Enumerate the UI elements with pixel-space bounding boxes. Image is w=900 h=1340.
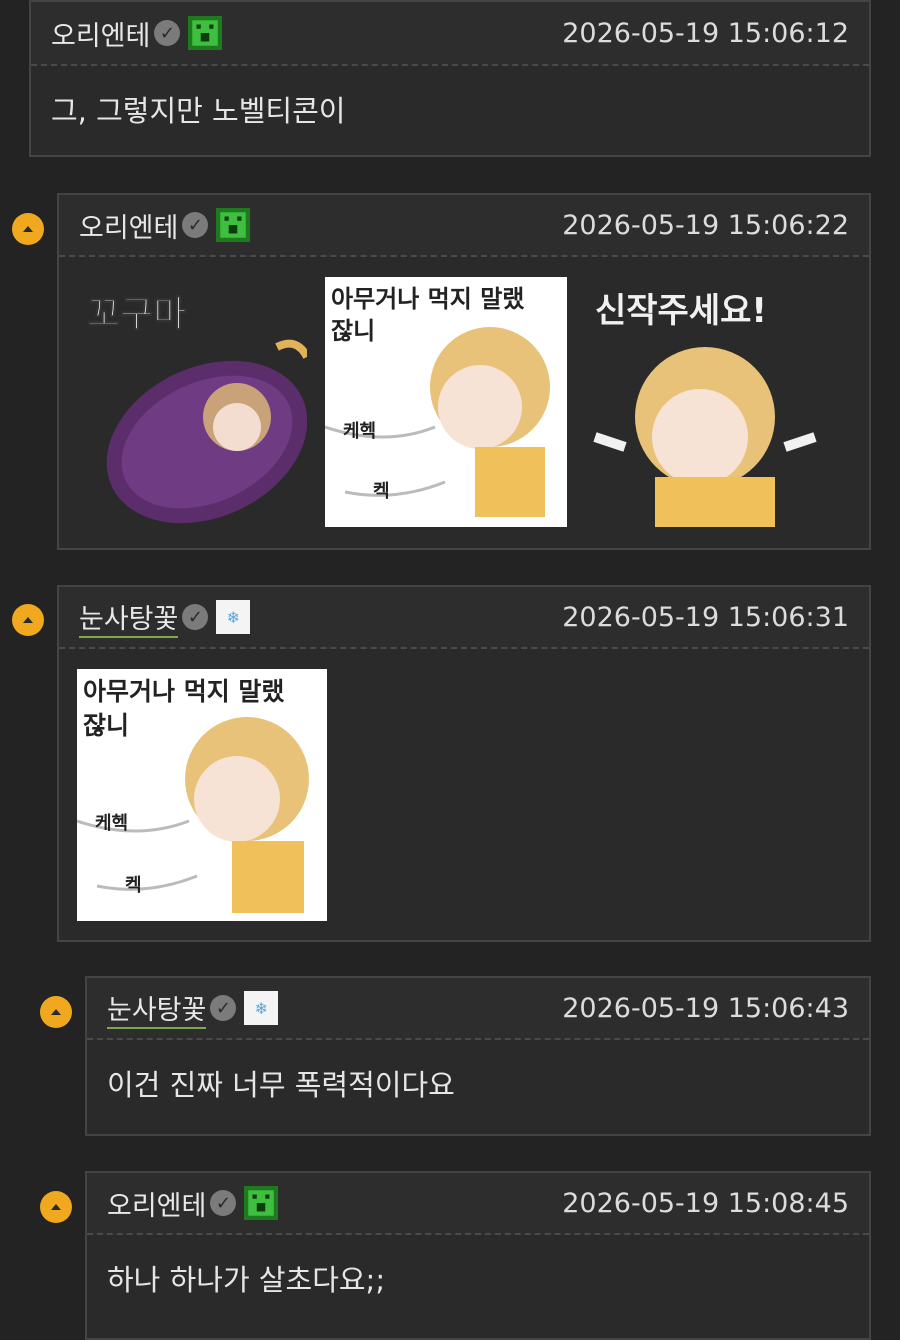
comment: 오리엔테 ✓ 2026-05-19 15:06:12 그, 그렇지만 노벨티콘이 — [29, 0, 871, 157]
sticker-label: 신작주세요! — [595, 291, 767, 331]
snowflake-badge-icon: ❄ — [216, 600, 251, 634]
author-name[interactable]: 오리엔테 — [107, 1184, 206, 1223]
choking-sticker[interactable]: 아무거나 먹지 말랬잖니 케헥 켁 — [77, 669, 327, 921]
comment-timestamp: 2026-05-19 15:06:12 — [562, 17, 849, 49]
sticker-label: 아무거나 먹지 말랬잖니 — [331, 285, 525, 346]
sweet-potato-sticker[interactable]: 꼬구마 — [77, 277, 311, 527]
sticker-row: 꼬구마 아무거나 먹지 말랬잖니 케헥 켁 신작주세요! — [59, 257, 869, 547]
author-name[interactable]: 오리엔테 — [51, 14, 150, 53]
choking-sticker[interactable]: 아무거나 먹지 말랬잖니 케헥 켁 — [325, 277, 567, 527]
verified-icon: ✓ — [182, 604, 209, 630]
comment-text: 하나 하나가 살초다요;; — [107, 1263, 386, 1297]
sticker-label: 꼬구마 — [86, 294, 187, 336]
verified-icon: ✓ — [154, 20, 181, 46]
comment-author[interactable]: 오리엔테 ✓ — [51, 14, 223, 53]
author-name[interactable]: 눈사탕꽃 — [79, 597, 179, 638]
snowflake-badge-icon: ❄ — [244, 991, 279, 1025]
reply-icon[interactable] — [40, 996, 72, 1028]
comment-timestamp: 2026-05-19 15:06:22 — [562, 209, 849, 241]
green-badge-icon — [188, 16, 223, 50]
reply-icon[interactable] — [12, 213, 44, 245]
comment-header: 오리엔테 ✓ 2026-05-19 15:08:45 — [87, 1173, 869, 1235]
sticker-sfx: 켁 — [125, 875, 142, 896]
green-badge-icon — [244, 1186, 279, 1220]
comment-author[interactable]: 오리엔테 ✓ — [79, 206, 251, 245]
verified-icon: ✓ — [210, 995, 237, 1021]
author-name[interactable]: 오리엔테 — [79, 206, 178, 245]
comment-header: 눈사탕꽃 ✓ ❄ 2026-05-19 15:06:43 — [87, 978, 869, 1040]
comment: 눈사탕꽃 ✓ ❄ 2026-05-19 15:06:43 이건 진짜 너무 폭력… — [85, 976, 871, 1136]
sticker-sfx: 케헥 — [343, 421, 377, 442]
comment-timestamp: 2026-05-19 15:08:45 — [562, 1187, 849, 1219]
comment-header: 눈사탕꽃 ✓ ❄ 2026-05-19 15:06:31 — [59, 587, 869, 649]
green-badge-icon — [216, 208, 251, 242]
comment: 오리엔테 ✓ 2026-05-19 15:06:22 꼬구마 아무거나 먹지 말… — [57, 193, 871, 550]
reply-icon[interactable] — [40, 1191, 72, 1223]
comment-author[interactable]: 눈사탕꽃 ✓ ❄ — [107, 988, 279, 1029]
sticker-label: 아무거나 먹지 말랬잖니 — [83, 677, 285, 740]
comment: 오리엔테 ✓ 2026-05-19 15:08:45 하나 하나가 살초다요;; — [85, 1171, 871, 1340]
comment-author[interactable]: 오리엔테 ✓ — [107, 1184, 279, 1223]
sticker-sfx: 켁 — [373, 481, 390, 502]
comment-header: 오리엔테 ✓ 2026-05-19 15:06:22 — [59, 195, 869, 257]
comment-timestamp: 2026-05-19 15:06:31 — [562, 601, 849, 633]
sticker-sfx: 케헥 — [95, 813, 129, 834]
reply-icon[interactable] — [12, 604, 44, 636]
verified-icon: ✓ — [210, 1190, 237, 1216]
comment-text: 그, 그렇지만 노벨티콘이 — [51, 94, 346, 128]
author-name[interactable]: 눈사탕꽃 — [107, 988, 207, 1029]
sticker-row: 아무거나 먹지 말랬잖니 케헥 켁 — [59, 649, 869, 941]
comment-header: 오리엔테 ✓ 2026-05-19 15:06:12 — [31, 2, 869, 66]
give-new-sticker[interactable]: 신작주세요! — [585, 277, 825, 527]
comment-author[interactable]: 눈사탕꽃 ✓ ❄ — [79, 597, 251, 638]
comment-timestamp: 2026-05-19 15:06:43 — [562, 992, 849, 1024]
comment: 눈사탕꽃 ✓ ❄ 2026-05-19 15:06:31 아무거나 먹지 말랬잖… — [57, 585, 871, 942]
comment-text: 이건 진짜 너무 폭력적이다요 — [107, 1068, 455, 1102]
verified-icon: ✓ — [182, 212, 209, 238]
